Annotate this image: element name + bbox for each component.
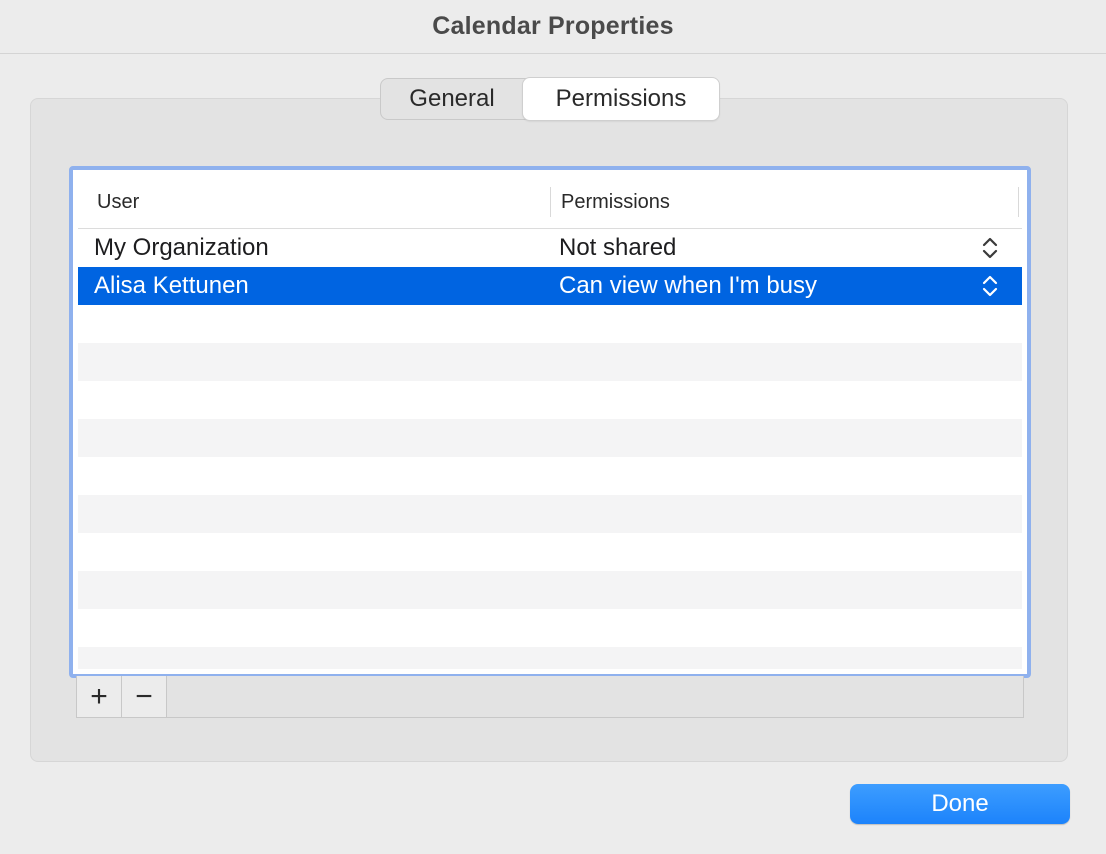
row-user-name: My Organization	[94, 234, 269, 261]
row-permission-value[interactable]: Not shared	[559, 229, 676, 267]
empty-row	[78, 647, 1022, 669]
row-permission-value[interactable]: Can view when I'm busy	[559, 267, 817, 305]
table-row[interactable]: My Organization Not shared	[78, 229, 1022, 267]
column-divider[interactable]	[550, 187, 551, 217]
empty-row	[78, 571, 1022, 609]
remove-user-button[interactable]: −	[122, 676, 167, 717]
column-divider[interactable]	[1018, 187, 1019, 217]
table-rows: My Organization Not shared Alisa Kettune…	[78, 229, 1022, 669]
tab-general[interactable]: General	[381, 79, 523, 119]
empty-row	[78, 533, 1022, 571]
tab-bar: General Permissions	[380, 78, 720, 120]
updown-chevron-icon[interactable]	[980, 274, 1000, 298]
empty-row	[78, 419, 1022, 457]
empty-row	[78, 609, 1022, 647]
table-action-bar: + −	[76, 676, 1024, 718]
updown-chevron-icon[interactable]	[980, 236, 1000, 260]
done-button[interactable]: Done	[850, 784, 1070, 824]
empty-row	[78, 381, 1022, 419]
column-header-user[interactable]: User	[97, 175, 139, 229]
permissions-table-body: User Permissions My Organization Not sha…	[78, 175, 1022, 669]
permissions-table: User Permissions My Organization Not sha…	[69, 166, 1031, 678]
tab-permissions[interactable]: Permissions	[523, 78, 719, 120]
column-header-permissions[interactable]: Permissions	[561, 175, 670, 229]
window-title: Calendar Properties	[432, 12, 674, 40]
table-header: User Permissions	[78, 175, 1022, 229]
add-user-button[interactable]: +	[77, 676, 122, 717]
title-bar: Calendar Properties	[0, 0, 1106, 54]
row-user-name: Alisa Kettunen	[94, 272, 249, 299]
table-row-selected[interactable]: Alisa Kettunen Can view when I'm busy	[78, 267, 1022, 305]
empty-row	[78, 457, 1022, 495]
empty-row	[78, 343, 1022, 381]
calendar-properties-window: Calendar Properties General Permissions …	[0, 0, 1106, 854]
empty-row	[78, 495, 1022, 533]
empty-row	[78, 305, 1022, 343]
